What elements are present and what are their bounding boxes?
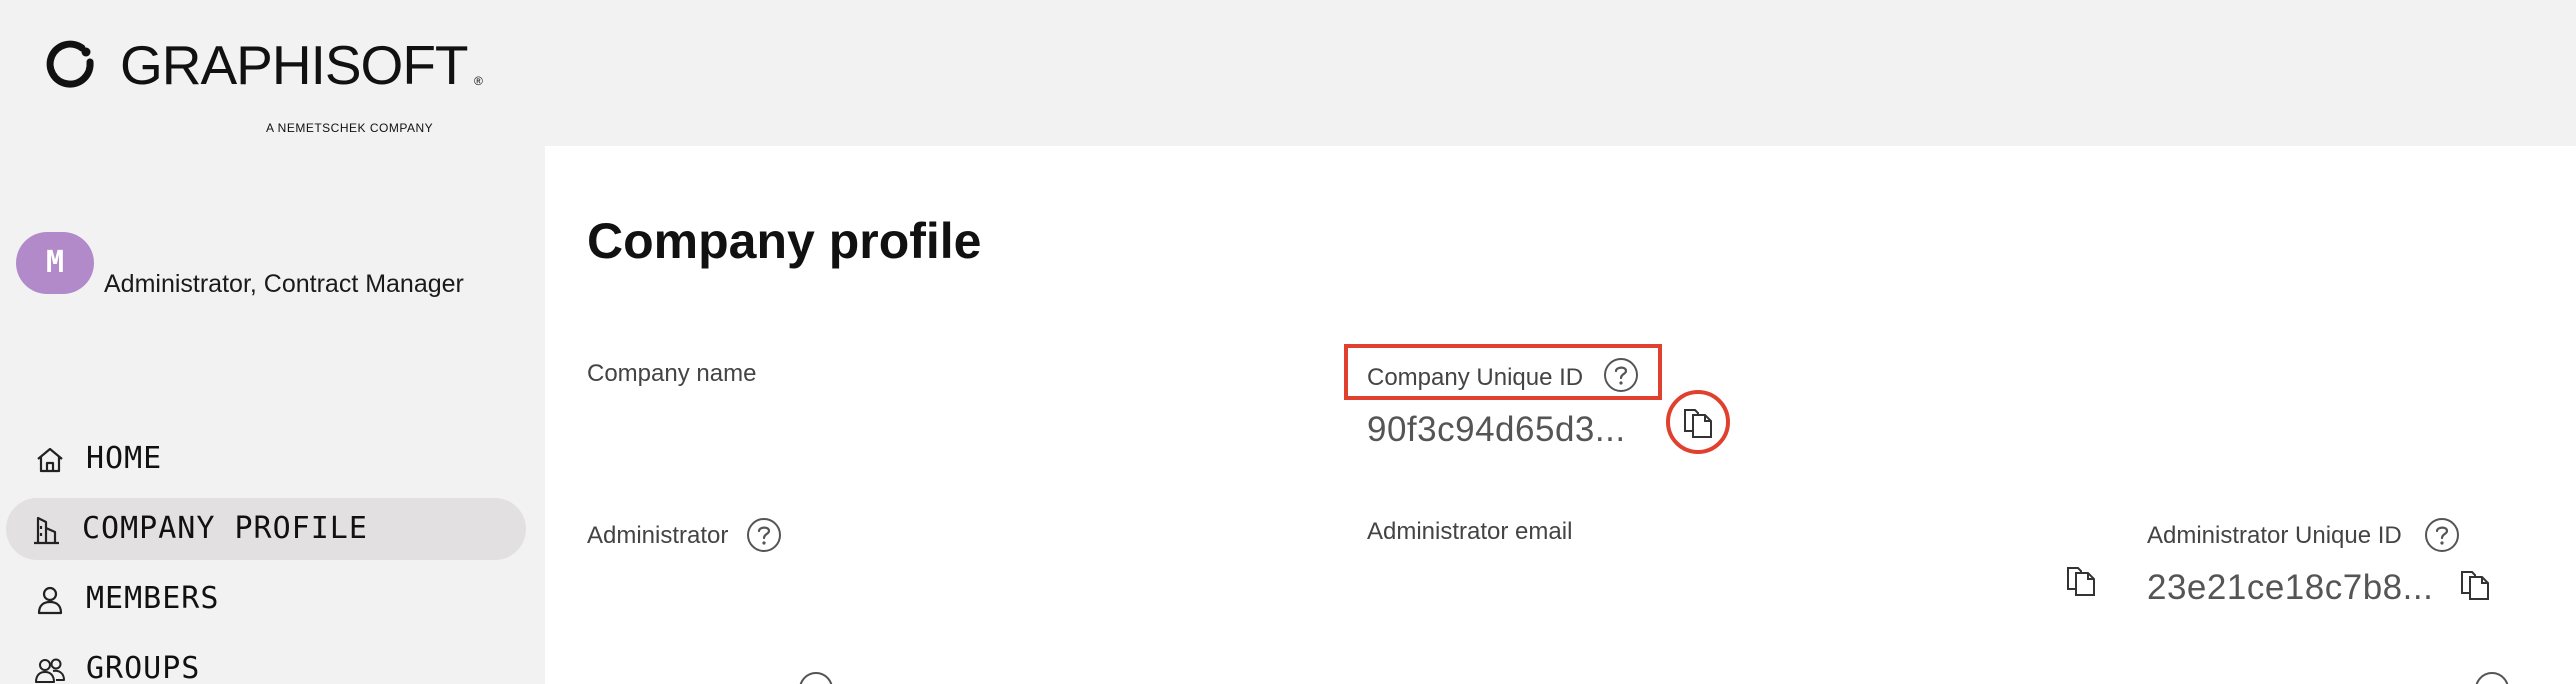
help-icon[interactable]: [797, 670, 835, 684]
administrator-email-label: Administrator email: [1367, 518, 1573, 545]
avatar[interactable]: M: [16, 232, 94, 294]
sidebar-item-company-profile[interactable]: COMPANY PROFILE: [6, 498, 526, 560]
building-icon: [34, 516, 59, 545]
brand-tagline: A NEMETSCHEK COMPANY: [266, 121, 434, 135]
help-icon[interactable]: [2423, 516, 2461, 554]
company-name-label: Company name: [587, 360, 757, 387]
help-icon[interactable]: [2473, 670, 2511, 684]
administrator-uid-label: Administrator Unique ID: [2147, 522, 2402, 549]
copy-icon[interactable]: [2061, 560, 2101, 600]
logo-mark-icon: [46, 40, 94, 88]
sidebar-item-groups[interactable]: GROUPS: [6, 638, 526, 684]
graphisoft-logo[interactable]: GRAPHISOFT ® A NEMETSCHEK COMPANY: [44, 34, 483, 135]
help-icon[interactable]: [745, 516, 783, 554]
person-icon: [37, 586, 63, 615]
sidebar-item-members[interactable]: MEMBERS: [6, 568, 526, 630]
user-info: M Administrator, Contract Manager: [16, 232, 536, 302]
user-role: Administrator, Contract Manager: [104, 270, 464, 298]
sidebar: M Administrator, Contract Manager HOME C…: [0, 146, 545, 684]
brand-registered-mark: ®: [474, 74, 483, 88]
people-icon: [35, 658, 65, 683]
highlight-circle: [1666, 390, 1730, 454]
administrator-uid-value: 23e21ce18c7b8...: [2147, 568, 2434, 607]
sidebar-item-label: COMPANY PROFILE: [82, 511, 368, 546]
sidebar-item-label: MEMBERS: [86, 581, 220, 616]
main-content: Company profile Company name Company Uni…: [545, 146, 2576, 684]
sidebar-item-label: HOME: [86, 441, 163, 476]
sidebar-item-label: GROUPS: [86, 651, 201, 684]
administrator-label: Administrator: [587, 522, 729, 549]
brand-name: GRAPHISOFT: [120, 34, 469, 96]
home-icon: [37, 447, 63, 473]
highlight-box: [1344, 344, 1662, 400]
page-title: Company profile: [587, 213, 982, 269]
copy-icon[interactable]: [2455, 564, 2495, 604]
page: GRAPHISOFT ® A NEMETSCHEK COMPANY M Admi…: [0, 0, 2576, 684]
company-uid-value: 90f3c94d65d3...: [1367, 410, 1626, 449]
sidebar-item-home[interactable]: HOME: [6, 428, 526, 490]
